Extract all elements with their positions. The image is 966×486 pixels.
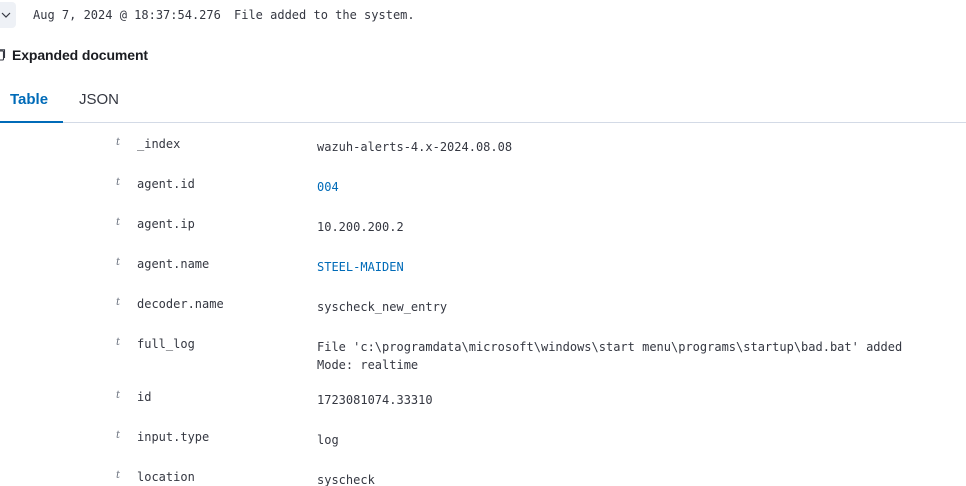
field-name: location (137, 470, 195, 484)
tab-table[interactable]: Table (0, 80, 63, 123)
field-value: log (317, 433, 339, 447)
field-name: agent.name (137, 257, 210, 271)
document-message: File added to the system. (234, 8, 415, 22)
collapse-toggle-button[interactable] (0, 2, 16, 28)
field-name: decoder.name (137, 297, 224, 311)
field-name: input.type (137, 430, 210, 444)
field-name: agent.ip (137, 217, 195, 231)
field-value[interactable]: STEEL-MAIDEN (317, 258, 404, 276)
expanded-document-header: Expanded document (0, 47, 148, 63)
field-value: File 'c:\programdata\microsoft\windows\s… (317, 340, 903, 372)
field-name: agent.id (137, 177, 195, 191)
field-value: 1723081074.33310 (317, 393, 433, 407)
expanded-document-title: Expanded document (12, 47, 148, 63)
string-type-icon: t (116, 177, 121, 188)
field-value: wazuh-alerts-4.x-2024.08.08 (317, 140, 513, 154)
string-type-icon: t (116, 430, 121, 441)
string-type-icon: t (116, 297, 121, 308)
field-name: id (137, 390, 152, 404)
string-type-icon: t (116, 337, 121, 348)
string-type-icon: t (116, 217, 121, 228)
field-value[interactable]: 004 (317, 178, 339, 196)
string-type-icon: t (116, 257, 121, 268)
document-summary-row: Aug 7, 2024 @ 18:37:54.276 File added to… (0, 0, 966, 30)
field-value: syscheck (317, 473, 375, 486)
field-name: full_log (137, 337, 195, 351)
field-name: _index (137, 137, 181, 151)
document-viewer: Aug 7, 2024 @ 18:37:54.276 File added to… (0, 0, 966, 486)
tab-json[interactable]: JSON (79, 80, 119, 123)
document-view-tabs: Table JSON (0, 80, 966, 123)
document-timestamp: Aug 7, 2024 @ 18:37:54.276 (33, 8, 221, 22)
string-type-icon: t (116, 137, 121, 148)
string-type-icon: t (116, 390, 121, 401)
field-value: syscheck_new_entry (317, 300, 448, 314)
string-type-icon: t (116, 470, 121, 481)
chevron-down-icon (1, 12, 11, 18)
field-value: 10.200.200.2 (317, 220, 404, 234)
document-icon (0, 49, 6, 61)
